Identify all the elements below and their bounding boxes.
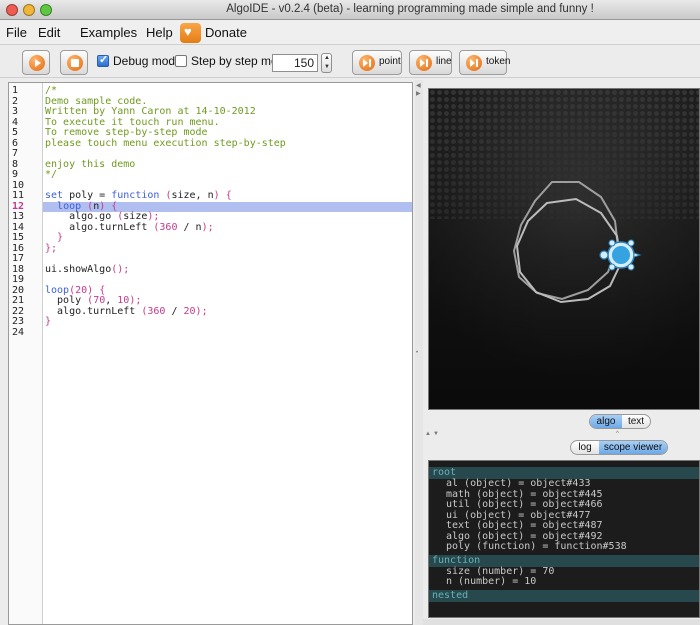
step-line-label: line xyxy=(436,56,452,67)
debug-mode-label: Debug mode xyxy=(113,54,182,68)
scope-variable-row: poly (function) = function#538 xyxy=(446,541,627,552)
scope-variable-row: text (object) = object#487 xyxy=(446,520,603,531)
line-number: 15 xyxy=(12,232,25,243)
line-number: 21 xyxy=(12,295,25,306)
stop-button[interactable] xyxy=(60,50,88,75)
step-icon xyxy=(416,55,432,71)
menu-file[interactable]: File xyxy=(6,25,27,40)
console-switch: log scope viewer xyxy=(570,440,668,455)
code-line[interactable] xyxy=(43,328,412,339)
collapse-down-icon: ▼ xyxy=(433,431,439,437)
step-icon xyxy=(359,55,375,71)
bottom-scroll-area xyxy=(423,619,700,625)
line-number: 7 xyxy=(12,148,19,159)
stop-icon xyxy=(67,55,83,71)
code-line[interactable]: } xyxy=(43,316,412,328)
drag-handle-icon: ^ xyxy=(616,431,619,437)
code-editor[interactable]: 1/* 2 Demo sample code. 3 Written by Yann Ca… xyxy=(8,82,413,625)
line-number: 5 xyxy=(12,127,19,138)
minimize-window-button[interactable] xyxy=(23,4,35,16)
tab-scope-viewer[interactable]: scope viewer xyxy=(599,441,667,454)
turtle-drawing xyxy=(429,89,699,409)
play-icon xyxy=(29,55,45,71)
step-point-button[interactable]: point xyxy=(352,50,402,75)
speed-stepper[interactable]: ▲ ▼ xyxy=(321,53,332,73)
turtle-canvas xyxy=(428,88,700,410)
line-number: 24 xyxy=(12,326,25,338)
zoom-window-button[interactable] xyxy=(40,4,52,16)
line-number: 9 xyxy=(12,169,19,180)
step-point-label: point xyxy=(379,56,401,67)
step-icon xyxy=(466,55,482,71)
scope-variable-row: n (number) = 10 xyxy=(446,576,537,587)
scope-variable-row: al (object) = object#433 xyxy=(446,478,591,489)
line-number: 23 xyxy=(12,316,25,327)
scope-viewer-panel: root al (object) = object#433 math (object… xyxy=(428,460,700,618)
collapse-left-icon: ◀ xyxy=(416,83,421,89)
scope-variable-row: util (object) = object#466 xyxy=(446,499,603,510)
toolbar: Debug mode Step by step mode 150 ▲ ▼ poi… xyxy=(0,46,700,78)
debug-mode-checkbox[interactable] xyxy=(97,53,109,67)
line-number: 19 xyxy=(12,274,25,285)
code-line[interactable]: ui.showAlgo(); xyxy=(43,264,412,276)
scope-section-header[interactable]: nested xyxy=(429,589,699,602)
menu-examples[interactable]: Examples xyxy=(80,25,137,40)
speed-input[interactable]: 150 xyxy=(272,54,318,72)
code-line[interactable]: }; xyxy=(43,243,412,255)
step-line-button[interactable]: line xyxy=(409,50,452,75)
step-token-label: token xyxy=(486,56,511,67)
line-number: 3 xyxy=(12,106,19,117)
donate-heart-icon[interactable] xyxy=(180,23,201,43)
line-number: 11 xyxy=(12,190,25,201)
step-token-button[interactable]: token xyxy=(459,50,511,75)
code-line[interactable]: please touch menu execution step-by-step xyxy=(43,138,412,150)
code-line[interactable]: algo.turnLeft (360 / n); xyxy=(43,222,412,234)
menu-help[interactable]: Help xyxy=(146,25,173,40)
line-number: 13 xyxy=(12,211,25,222)
menu-bar: File Edit Examples Help Donate xyxy=(0,20,700,45)
chevron-down-icon: ▼ xyxy=(324,64,330,70)
tab-log[interactable]: log xyxy=(571,441,599,454)
menu-donate[interactable]: Donate xyxy=(205,25,247,40)
code-line[interactable]: } xyxy=(43,232,412,244)
code-line[interactable]: */ xyxy=(43,169,412,181)
vertical-splitter[interactable]: ◀ ▶ • xyxy=(415,80,423,625)
close-window-button[interactable] xyxy=(6,4,18,16)
code-line[interactable]: algo.turnLeft (360 / 20); xyxy=(43,306,412,318)
tab-text[interactable]: text xyxy=(622,415,650,428)
collapse-up-icon: ▲ xyxy=(425,431,431,437)
menu-edit[interactable]: Edit xyxy=(38,25,60,40)
code-line[interactable]: enjoy this demo xyxy=(43,159,412,171)
view-switch: algo text xyxy=(589,414,651,429)
window-title: AlgoIDE - v0.2.4 (beta) - learning progr… xyxy=(226,3,594,15)
line-number: 17 xyxy=(12,253,25,264)
code-line[interactable]: poly (70, 10); xyxy=(43,295,412,307)
code-line[interactable] xyxy=(43,254,412,265)
scope-section-header[interactable]: function xyxy=(429,554,699,567)
step-mode-checkbox[interactable] xyxy=(175,55,187,67)
line-number: 1 xyxy=(12,85,19,96)
title-bar: AlgoIDE - v0.2.4 (beta) - learning progr… xyxy=(0,0,700,20)
code-line[interactable]: algo.go (size); xyxy=(43,211,412,223)
chevron-up-icon: ▲ xyxy=(324,55,330,61)
tab-algo[interactable]: algo xyxy=(590,415,622,428)
drag-handle-icon: • xyxy=(416,350,419,356)
run-button[interactable] xyxy=(22,50,50,75)
collapse-right-icon: ▶ xyxy=(416,91,421,97)
